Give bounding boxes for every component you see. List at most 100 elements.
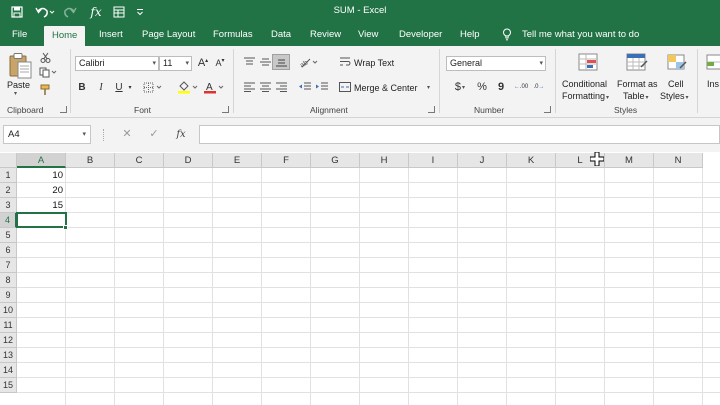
align-middle-icon[interactable] bbox=[258, 56, 272, 68]
column-header-k[interactable]: K bbox=[507, 153, 556, 168]
tab-data[interactable]: Data bbox=[271, 24, 291, 46]
copy-icon[interactable] bbox=[38, 66, 58, 78]
column-header-j[interactable]: J bbox=[458, 153, 507, 168]
row-header-7[interactable]: 7 bbox=[0, 258, 17, 273]
column-header-b[interactable]: B bbox=[66, 153, 115, 168]
column-header-n[interactable]: N bbox=[654, 153, 703, 168]
number-launcher-icon[interactable] bbox=[544, 106, 551, 113]
column-header-f[interactable]: F bbox=[262, 153, 311, 168]
tab-page-layout[interactable]: Page Layout bbox=[142, 24, 195, 46]
format-as-table-icon[interactable] bbox=[624, 51, 650, 75]
italic-button[interactable]: I bbox=[94, 80, 108, 94]
lightbulb-icon[interactable] bbox=[502, 28, 512, 41]
percent-button[interactable]: % bbox=[475, 80, 489, 94]
cancel-icon[interactable]: ✕ bbox=[118, 125, 136, 144]
column-header-e[interactable]: E bbox=[213, 153, 262, 168]
row-header-1[interactable]: 1 bbox=[0, 168, 17, 183]
paste-button[interactable]: Paste bbox=[7, 80, 30, 90]
align-center-icon[interactable] bbox=[258, 81, 272, 93]
active-cell-selection[interactable] bbox=[16, 212, 67, 228]
conditional-formatting-label-2[interactable]: Formatting▾ bbox=[562, 91, 609, 101]
row-header-15[interactable]: 15 bbox=[0, 378, 17, 393]
enter-icon[interactable]: ✓ bbox=[145, 125, 163, 144]
tab-view[interactable]: View bbox=[358, 24, 378, 46]
row-header-6[interactable]: 6 bbox=[0, 243, 17, 258]
cell-styles-label-2[interactable]: Styles▾ bbox=[660, 91, 689, 101]
fill-color-icon[interactable] bbox=[176, 80, 200, 94]
fill-handle[interactable] bbox=[63, 225, 68, 230]
clipboard-launcher-icon[interactable] bbox=[60, 106, 67, 113]
formula-bar-grip[interactable] bbox=[103, 129, 105, 141]
column-header-m[interactable]: M bbox=[605, 153, 654, 168]
name-box[interactable]: A4 ▾ bbox=[3, 125, 91, 144]
tab-help[interactable]: Help bbox=[460, 24, 480, 46]
row-header-9[interactable]: 9 bbox=[0, 288, 17, 303]
underline-caret-icon[interactable]: ▾ bbox=[126, 80, 134, 94]
font-launcher-icon[interactable] bbox=[222, 106, 229, 113]
decrease-decimal-button[interactable]: .0 → bbox=[531, 80, 547, 94]
paste-caret-icon[interactable]: ▾ bbox=[14, 90, 17, 97]
align-top-icon[interactable] bbox=[242, 56, 256, 68]
tab-developer[interactable]: Developer bbox=[399, 24, 442, 46]
insert-function-icon[interactable]: fx bbox=[172, 125, 190, 144]
orientation-icon[interactable]: ab bbox=[298, 55, 320, 69]
row-header-8[interactable]: 8 bbox=[0, 273, 17, 288]
row-header-2[interactable]: 2 bbox=[0, 183, 17, 198]
alignment-launcher-icon[interactable] bbox=[428, 106, 435, 113]
currency-button[interactable]: $ ▾ bbox=[450, 80, 470, 94]
column-header-g[interactable]: G bbox=[311, 153, 360, 168]
column-header-c[interactable]: C bbox=[115, 153, 164, 168]
grow-font-icon[interactable]: A ▴ bbox=[196, 56, 210, 70]
comma-style-button[interactable]: 9 bbox=[494, 80, 508, 94]
worksheet-grid[interactable]: A B C D E F G H I J K L M N 1 2 3 4 5 6 7 8 9 10 11 12 13 14 15 10 20 1… bbox=[0, 153, 720, 405]
row-header-12[interactable]: 12 bbox=[0, 333, 17, 348]
number-format-select[interactable]: General ▾ bbox=[446, 56, 546, 71]
row-header-10[interactable]: 10 bbox=[0, 303, 17, 318]
conditional-formatting-label-1[interactable]: Conditional bbox=[562, 79, 607, 89]
font-size-select[interactable]: 11 ▾ bbox=[159, 56, 192, 71]
format-as-table-label-2[interactable]: Table▾ bbox=[623, 91, 649, 101]
tab-formulas[interactable]: Formulas bbox=[213, 24, 253, 46]
row-header-4[interactable]: 4 bbox=[0, 213, 17, 228]
bold-button[interactable]: B bbox=[75, 80, 89, 94]
column-header-a[interactable]: A bbox=[17, 153, 66, 168]
insert-cells-icon[interactable] bbox=[704, 51, 720, 75]
tab-insert[interactable]: Insert bbox=[99, 24, 123, 46]
underline-button[interactable]: U bbox=[112, 80, 126, 94]
borders-icon[interactable] bbox=[142, 80, 164, 94]
merge-center-button[interactable]: Merge & Center bbox=[354, 83, 418, 93]
font-name-select[interactable]: Calibri ▾ bbox=[75, 56, 159, 71]
column-header-h[interactable]: H bbox=[360, 153, 409, 168]
increase-decimal-button[interactable]: ← .00 bbox=[513, 80, 529, 94]
cell-styles-label-1[interactable]: Cell bbox=[668, 79, 684, 89]
format-as-table-label-1[interactable]: Format as bbox=[617, 79, 658, 89]
row-header-3[interactable]: 3 bbox=[0, 198, 17, 213]
column-header-d[interactable]: D bbox=[164, 153, 213, 168]
decrease-indent-icon[interactable] bbox=[298, 81, 312, 93]
align-bottom-icon[interactable] bbox=[272, 54, 290, 70]
cell-a3[interactable]: 15 bbox=[17, 198, 66, 213]
column-header-i[interactable]: I bbox=[409, 153, 458, 168]
shrink-font-icon[interactable]: A ▾ bbox=[213, 56, 227, 70]
merge-center-icon[interactable] bbox=[339, 81, 351, 93]
font-color-icon[interactable]: A bbox=[202, 80, 226, 94]
align-right-icon[interactable] bbox=[274, 81, 288, 93]
cell-a1[interactable]: 10 bbox=[17, 168, 66, 183]
row-header-11[interactable]: 11 bbox=[0, 318, 17, 333]
row-header-13[interactable]: 13 bbox=[0, 348, 17, 363]
cell-styles-icon[interactable] bbox=[664, 51, 690, 75]
align-left-icon[interactable] bbox=[242, 81, 256, 93]
tell-me-search[interactable]: Tell me what you want to do bbox=[522, 24, 639, 46]
row-header-14[interactable]: 14 bbox=[0, 363, 17, 378]
format-painter-icon[interactable] bbox=[38, 84, 52, 96]
insert-cells-label[interactable]: Ins bbox=[707, 79, 719, 89]
wrap-text-button[interactable]: Wrap Text bbox=[354, 58, 394, 68]
cell-a2[interactable]: 20 bbox=[17, 183, 66, 198]
increase-indent-icon[interactable] bbox=[315, 81, 329, 93]
tab-home[interactable]: Home bbox=[44, 26, 86, 48]
conditional-formatting-icon[interactable] bbox=[576, 51, 602, 75]
wrap-text-icon[interactable] bbox=[339, 55, 351, 68]
cut-icon[interactable] bbox=[38, 51, 52, 63]
merge-caret-icon[interactable]: ▾ bbox=[427, 84, 430, 91]
select-all-corner[interactable] bbox=[0, 153, 17, 168]
